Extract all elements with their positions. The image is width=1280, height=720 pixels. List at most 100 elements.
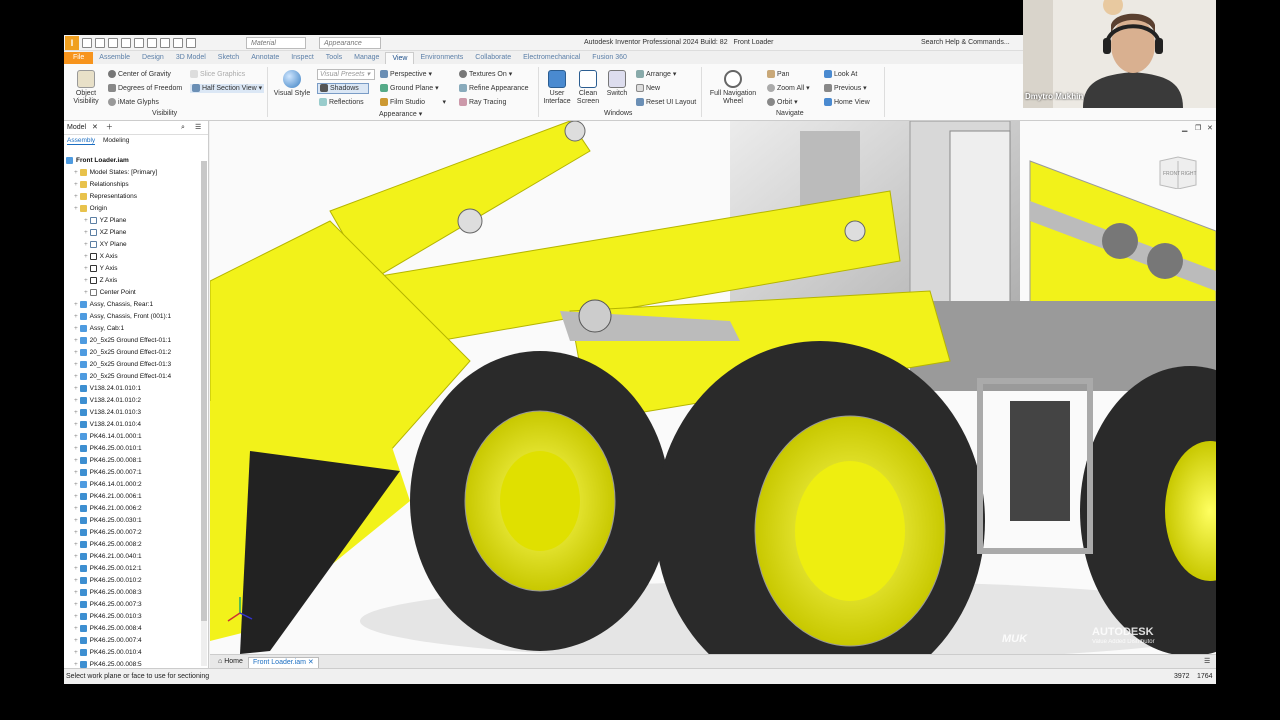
tree-item[interactable]: + PK46.25.00.008:2 xyxy=(64,539,204,551)
tab-file[interactable]: File xyxy=(64,52,94,64)
material-combo[interactable]: Material xyxy=(246,37,306,49)
tab-3d-model[interactable]: 3D Model xyxy=(170,52,212,64)
minimize-icon[interactable]: ▁ xyxy=(1182,124,1187,133)
expand-icon[interactable]: + xyxy=(74,661,80,668)
tree-item[interactable]: + 20_5x25 Ground Effect-01:4 xyxy=(64,371,204,383)
tab-design[interactable]: Design xyxy=(136,52,170,64)
tree-item[interactable]: + PK46.25.00.008:3 xyxy=(64,587,204,599)
tab-inspect[interactable]: Inspect xyxy=(285,52,320,64)
tab-menu-icon[interactable]: ☰ xyxy=(1200,657,1214,667)
tree-item[interactable]: + V138.24.01.010:3 xyxy=(64,407,204,419)
open-icon[interactable] xyxy=(95,38,105,48)
select-icon[interactable] xyxy=(160,38,170,48)
tree-item[interactable]: + Assy, Cab:1 xyxy=(64,323,204,335)
expand-icon[interactable]: + xyxy=(74,613,80,620)
viewcube-right[interactable]: RIGHT xyxy=(1181,171,1197,177)
tab-sketch[interactable]: Sketch xyxy=(212,52,245,64)
ground-plane-button[interactable]: Ground Plane ▾ xyxy=(380,84,439,93)
viewcube-front[interactable]: FRONT xyxy=(1163,171,1180,177)
textures-on-button[interactable]: Textures On ▾ xyxy=(459,70,512,79)
expand-icon[interactable]: + xyxy=(74,469,80,476)
tree-item[interactable]: + X Axis xyxy=(64,251,204,263)
tree-item[interactable]: + Representations xyxy=(64,191,204,203)
tree-item[interactable]: + Model States: [Primary] xyxy=(64,167,204,179)
expand-icon[interactable]: + xyxy=(74,565,80,572)
tree-item[interactable]: + Center Point xyxy=(64,287,204,299)
tab-home[interactable]: ⌂ Home xyxy=(214,657,247,667)
expand-icon[interactable]: + xyxy=(74,337,80,344)
refine-appearance-button[interactable]: Refine Appearance xyxy=(459,84,529,93)
tab-assemble[interactable]: Assemble xyxy=(93,52,136,64)
expand-icon[interactable]: + xyxy=(74,361,80,368)
tree-item[interactable]: + PK46.25.00.010:2 xyxy=(64,575,204,587)
perspective-button[interactable]: Perspective ▾ xyxy=(380,70,432,79)
imate-glyphs-button[interactable]: iMate Glyphs xyxy=(108,98,159,107)
tree-item[interactable]: + PK46.21.00.006:1 xyxy=(64,491,204,503)
tree-item[interactable]: + Assy, Chassis, Front (001):1 xyxy=(64,311,204,323)
expand-icon[interactable]: + xyxy=(74,553,80,560)
expand-icon[interactable]: + xyxy=(74,457,80,464)
full-navigation-wheel-button[interactable]: Full Navigation Wheel xyxy=(704,70,762,106)
tree-item[interactable]: + PK46.25.00.030:1 xyxy=(64,515,204,527)
switch-button[interactable]: Switch xyxy=(604,70,630,98)
visual-presets-combo[interactable]: Visual Presets ▾ xyxy=(317,69,375,80)
expand-icon[interactable]: + xyxy=(74,529,80,536)
user-interface-button[interactable]: User Interface xyxy=(541,70,573,106)
update-icon[interactable] xyxy=(173,38,183,48)
tab-tools[interactable]: Tools xyxy=(320,52,348,64)
expand-icon[interactable]: + xyxy=(74,397,80,404)
close-icon[interactable]: ✕ xyxy=(92,124,98,131)
tree-item[interactable]: + PK46.25.00.007:4 xyxy=(64,635,204,647)
graphics-viewport[interactable]: FRONT RIGHT MUK AUTODESK Value Added Dis… xyxy=(210,121,1216,654)
expand-icon[interactable]: + xyxy=(84,253,90,260)
reset-ui-layout-button[interactable]: Reset UI Layout xyxy=(636,98,696,107)
expand-icon[interactable]: + xyxy=(74,193,80,200)
expand-icon[interactable]: + xyxy=(74,205,80,212)
expand-icon[interactable]: + xyxy=(74,181,80,188)
tree-item[interactable]: + 20_5x25 Ground Effect-01:3 xyxy=(64,359,204,371)
expand-icon[interactable]: + xyxy=(74,325,80,332)
tree-item[interactable]: + V138.24.01.010:1 xyxy=(64,383,204,395)
tree-item[interactable]: + XY Plane xyxy=(64,239,204,251)
expand-icon[interactable]: + xyxy=(74,433,80,440)
tree-item[interactable]: + PK46.25.00.008:4 xyxy=(64,623,204,635)
new-window-button[interactable]: New xyxy=(636,84,660,93)
tab-environments[interactable]: Environments xyxy=(414,52,469,64)
tree-item[interactable]: + V138.24.01.010:2 xyxy=(64,395,204,407)
appearance-combo[interactable]: Appearance xyxy=(319,37,381,49)
expand-icon[interactable]: + xyxy=(74,589,80,596)
tree-item[interactable]: + PK46.14.01.000:1 xyxy=(64,431,204,443)
tree-item[interactable]: + Origin xyxy=(64,203,204,215)
expand-icon[interactable]: + xyxy=(74,637,80,644)
expand-icon[interactable]: + xyxy=(84,229,90,236)
expand-icon[interactable]: + xyxy=(84,241,90,248)
tab-collaborate[interactable]: Collaborate xyxy=(469,52,517,64)
tab-manage[interactable]: Manage xyxy=(348,52,385,64)
look-at-button[interactable]: Look At xyxy=(824,70,857,79)
redo-icon[interactable] xyxy=(134,38,144,48)
tree-item[interactable]: + 20_5x25 Ground Effect-01:1 xyxy=(64,335,204,347)
browser-title[interactable]: Model xyxy=(67,124,86,131)
expand-icon[interactable]: + xyxy=(84,217,90,224)
save-icon[interactable] xyxy=(108,38,118,48)
expand-icon[interactable]: + xyxy=(74,601,80,608)
center-of-gravity-button[interactable]: Center of Gravity xyxy=(108,70,171,79)
tree-item[interactable]: + YZ Plane xyxy=(64,215,204,227)
expand-icon[interactable]: + xyxy=(74,445,80,452)
tree-item[interactable]: + PK46.25.00.008:1 xyxy=(64,455,204,467)
tree-item[interactable]: + PK46.25.00.012:1 xyxy=(64,563,204,575)
expand-icon[interactable]: + xyxy=(74,421,80,428)
tree-item[interactable]: + PK46.25.00.010:1 xyxy=(64,443,204,455)
arrange-button[interactable]: Arrange ▾ xyxy=(636,70,676,79)
reflections-button[interactable]: Reflections xyxy=(319,98,364,107)
tree-item[interactable]: + XZ Plane xyxy=(64,227,204,239)
tree-item[interactable]: + PK46.25.00.007:1 xyxy=(64,467,204,479)
expand-icon[interactable]: + xyxy=(74,409,80,416)
expand-icon[interactable]: + xyxy=(84,289,90,296)
expand-icon[interactable]: + xyxy=(84,277,90,284)
close-tab-icon[interactable]: ✕ xyxy=(308,659,314,666)
object-visibility-button[interactable]: Object Visibility xyxy=(72,70,100,106)
tree-item[interactable]: + PK46.25.00.010:3 xyxy=(64,611,204,623)
tree-item[interactable]: + 20_5x25 Ground Effect-01:2 xyxy=(64,347,204,359)
viewcube[interactable]: FRONT RIGHT xyxy=(1158,155,1198,189)
